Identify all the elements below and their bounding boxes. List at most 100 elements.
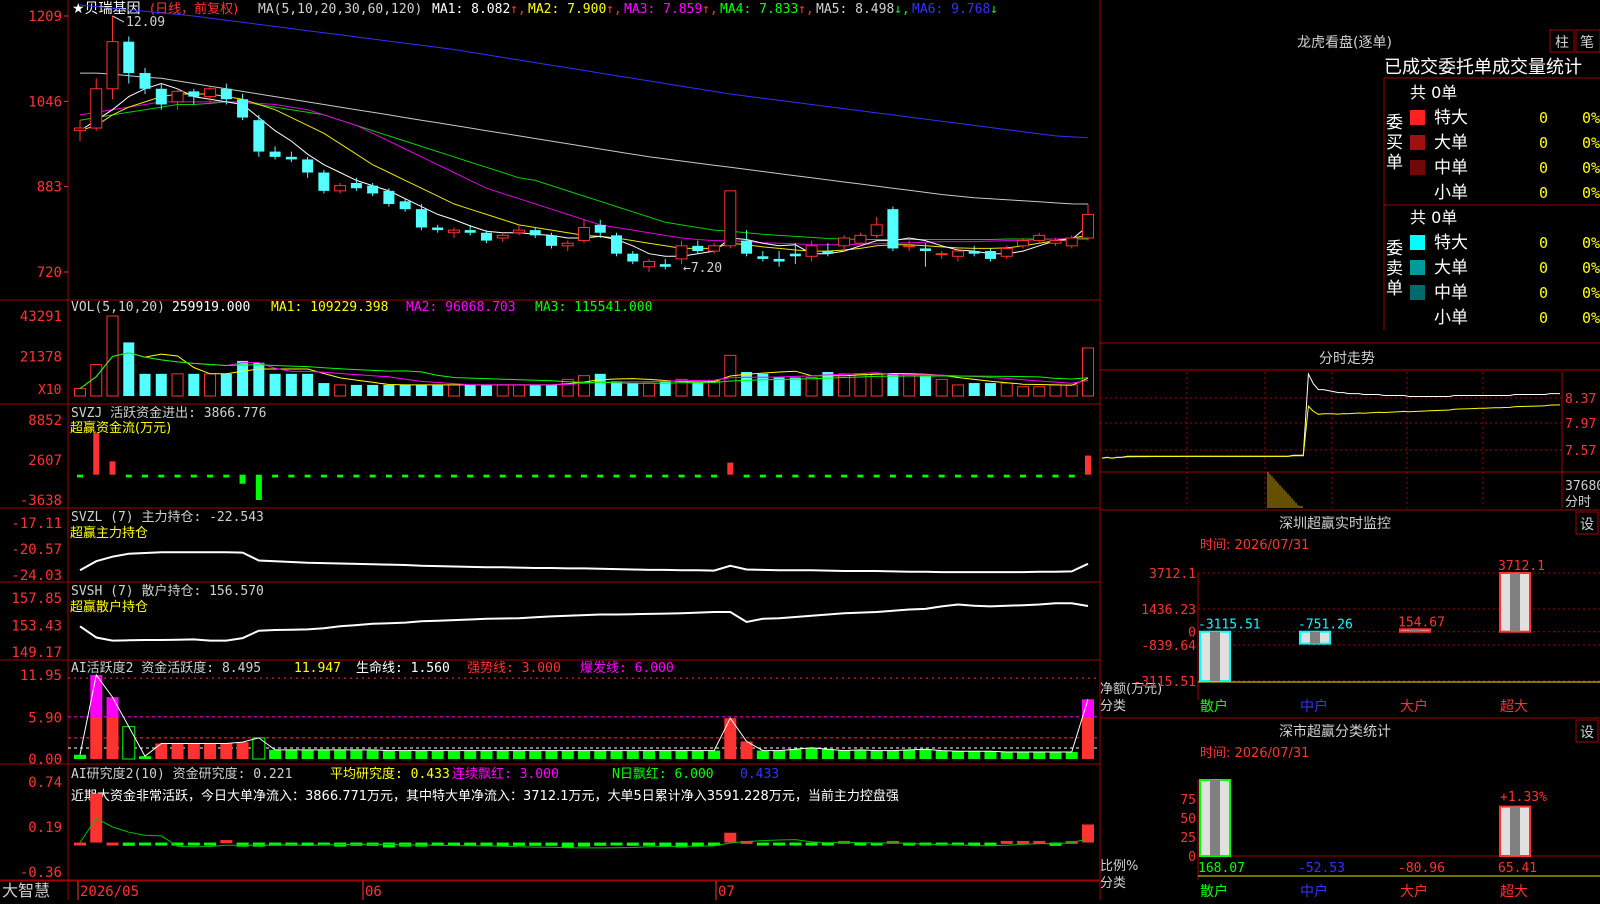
ai1-bar (431, 750, 444, 759)
candle-body-up (854, 234, 867, 244)
vol-bar-down (984, 383, 996, 396)
vol-bar-up (512, 384, 525, 397)
ai1-bar (610, 750, 623, 759)
ai1-bar (529, 750, 542, 759)
svzj-bar (125, 474, 132, 478)
ai2-bar (204, 842, 217, 846)
candle-body-down (529, 230, 541, 236)
ai1-header-4: 强势线: 3.000 (467, 660, 561, 676)
buy-side-label-char: 买 (1386, 133, 1403, 153)
vol-bar-down (399, 384, 411, 396)
svzj-bar (353, 474, 360, 478)
vol-bar-down (253, 362, 265, 396)
svzj-bar (142, 474, 149, 478)
candle-body-down (480, 232, 492, 241)
ai1-bar (789, 749, 802, 759)
vol-bar-down (350, 384, 362, 396)
svzj-bar (857, 474, 864, 478)
sz-tick-label: -3115.51 (1133, 675, 1196, 690)
ai1-bar-base (106, 716, 119, 759)
candle-body-up (951, 250, 964, 257)
panel-frames (0, 0, 1101, 900)
vol-bar-down (919, 375, 931, 396)
vol-bar-up (74, 388, 86, 397)
vol-value: 259919.000 (172, 300, 250, 315)
ai1-bar (691, 750, 704, 759)
vol-bar-down (123, 342, 135, 396)
ai1-bar (366, 749, 379, 759)
sz-tick-label: 3712.1 (1149, 567, 1196, 582)
candle-body-up (838, 237, 851, 247)
sz-monitor-title: 深圳超赢实时监控 (1279, 515, 1391, 532)
ai2-tick-label: -0.36 (20, 865, 62, 881)
svzl-tick-label: -20.57 (11, 542, 62, 558)
sz-bar-shade (1210, 631, 1220, 681)
svzj-tick-label: 2607 (28, 453, 62, 469)
sz-tick-label: -839.64 (1141, 639, 1196, 654)
vol-bar-down (692, 383, 704, 396)
svzj-bar (499, 474, 506, 478)
candle-body-up (805, 245, 818, 257)
vol-bar-down (529, 384, 541, 396)
pen-mode-button-label[interactable]: 笔 (1580, 35, 1594, 51)
ai2-bar (155, 842, 168, 846)
vol-bar-down (302, 373, 314, 396)
cls-bar-shade (1210, 780, 1220, 856)
cls-tick-label: 50 (1180, 812, 1196, 827)
svsh-sub: 超赢散户持仓 (70, 599, 148, 615)
cls-stats-title: 深市超赢分类统计 (1279, 723, 1391, 740)
ai1-header-5: 爆发线: 6.000 (580, 660, 674, 676)
sell-row-name: 小单 (1434, 308, 1468, 328)
cls-axis-label-pct: 比例% (1100, 859, 1138, 874)
intraday-tick-label: 7.57 (1565, 444, 1596, 459)
ai1-bar (805, 747, 818, 759)
sz-settings-button-label[interactable]: 设 (1580, 517, 1594, 533)
vol-bar-down (269, 373, 281, 396)
candle-body-up (512, 229, 525, 234)
vol-bar-up (870, 373, 883, 397)
volume-panel: 43291 21378 (20, 309, 1094, 397)
sell-row-count: 0 (1539, 259, 1548, 277)
ai2-tick-label: 0.74 (28, 775, 62, 791)
ai2-bar (643, 842, 656, 846)
svzj-bar (402, 474, 409, 478)
sell-side-label-char: 卖 (1386, 259, 1403, 279)
buy-row-swatch (1410, 135, 1425, 150)
vol-bar-down (432, 384, 444, 396)
candle-body-down (269, 151, 281, 157)
svzj-bar (467, 474, 474, 478)
candle-body-down (285, 156, 297, 160)
ai1-bar (415, 750, 428, 759)
sell-side-label-char: 委 (1386, 239, 1403, 259)
ai1-bar (1000, 751, 1013, 759)
time-axis-label: 2026/05 (80, 884, 139, 900)
ai1-bar-base (90, 716, 103, 759)
ai1-bar (220, 743, 233, 759)
svzj-bar (337, 474, 344, 478)
cls-settings-button-label[interactable]: 设 (1580, 725, 1594, 741)
sell-row-swatch (1410, 235, 1425, 250)
ai1-bar (545, 750, 558, 759)
buy-row-name: 大单 (1434, 133, 1468, 153)
intraday-unit: 分时 (1565, 495, 1591, 510)
ai2-bar (252, 842, 265, 847)
ai2-bar (756, 842, 769, 846)
ai1-panel: 11.95 5.90 0.00 (20, 668, 1100, 768)
ai2-bar (139, 842, 152, 846)
price-panel: 1209 1046 883 720 2026/05 06 07 (28, 4, 1094, 900)
svzj-bar (385, 474, 392, 478)
svzl-tick-label: -24.03 (11, 568, 62, 584)
vol-bar-down (545, 384, 557, 396)
ai2-header-4: N日飘红: 6.000 (612, 766, 714, 782)
ai1-bar (155, 743, 168, 759)
price-tick-label: 883 (37, 180, 62, 196)
ai1-bar (496, 750, 509, 759)
column-mode-button-label[interactable]: 柱 (1555, 35, 1569, 51)
ai1-bar (204, 743, 217, 759)
svzj-bar (808, 474, 815, 478)
ai1-bar (903, 749, 916, 759)
svzj-bar (109, 461, 116, 475)
ai1-bar (269, 749, 282, 759)
ai1-bar (870, 750, 883, 759)
ai1-bar (919, 749, 932, 759)
